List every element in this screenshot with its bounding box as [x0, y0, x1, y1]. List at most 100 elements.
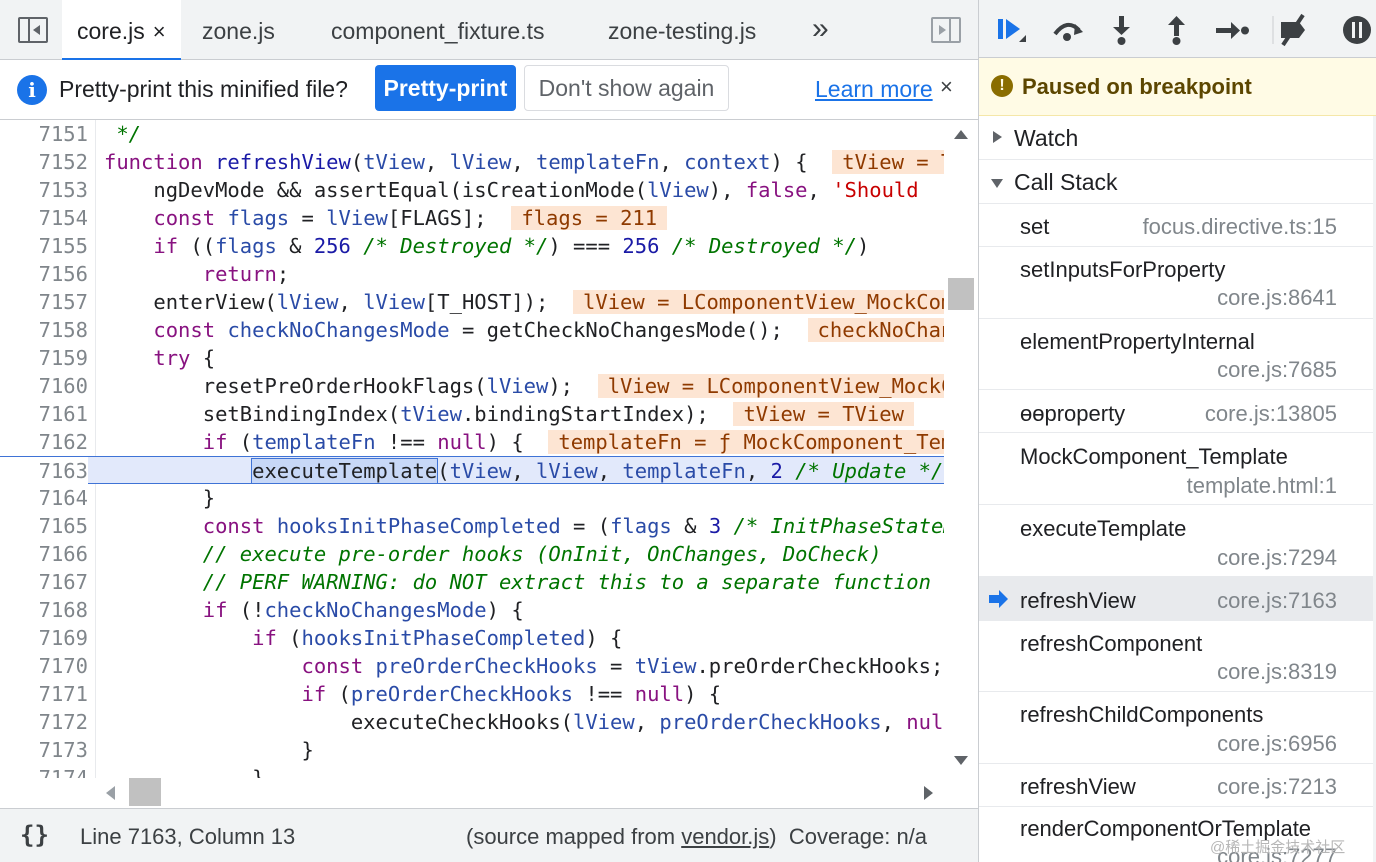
call-frame[interactable]: executeTemplate core.js:7294 [979, 505, 1373, 577]
frame-name: MockComponent_Template [1020, 444, 1288, 469]
code-line: 7153 ngDevMode && assertEqual(isCreation… [38, 178, 919, 202]
tab-label: zone.js [202, 18, 275, 44]
debugger-sidebar: ! Paused on breakpoint Watch Call Stack … [978, 0, 1376, 862]
scroll-left-arrow-icon[interactable] [106, 786, 115, 800]
frame-location[interactable]: core.js:8319 [1217, 659, 1337, 685]
source-map-info: (source mapped from vendor.js) Coverage:… [466, 824, 927, 850]
tab-core-js[interactable]: core.js × [62, 0, 181, 61]
sources-editor-pane: core.js × zone.js component_fixture.ts zo… [0, 0, 978, 862]
source-map-file-link[interactable]: vendor.js [681, 824, 769, 849]
call-frame[interactable]: set focus.directive.ts:15 [979, 204, 1373, 247]
expand-triangle-icon [993, 131, 1002, 143]
scrollbar-thumb[interactable] [948, 278, 974, 310]
code-line: 7152 function refreshView(tView, lView, t… [0, 148, 944, 176]
call-frame[interactable]: refreshView core.js:7213 [979, 764, 1373, 807]
frame-location[interactable]: core.js:7294 [1217, 545, 1337, 571]
current-execution-line: 7163 executeTemplate(tView, lView, templ… [0, 456, 944, 485]
code-editor[interactable]: 7151 */ 7152 function refreshView(tView, … [0, 120, 944, 778]
editor-status-bar: {} Line 7163, Column 13 (source mapped f… [0, 808, 978, 862]
pause-info-icon: ! [991, 75, 1013, 97]
code-line: 7156 return; [38, 262, 290, 286]
frame-location[interactable]: core.js:8641 [1217, 285, 1337, 311]
source-map-prefix: (source mapped from [466, 824, 682, 849]
scroll-up-arrow-icon[interactable] [954, 130, 968, 139]
more-tabs-icon[interactable]: » [812, 12, 829, 46]
watermark: @稀土掘金技术社区 [1210, 839, 1346, 856]
scrollbar-thumb[interactable] [129, 778, 161, 806]
code-line: 7158 const checkNoChangesMode = getCheck… [0, 316, 944, 344]
toggle-navigator-icon[interactable] [18, 17, 48, 43]
code-vertical-scrollbar[interactable] [944, 120, 978, 778]
tab-zone-js[interactable]: zone.js [202, 0, 275, 60]
frame-name: refreshChildComponents [1020, 702, 1264, 727]
watch-label: Watch [1014, 125, 1079, 151]
code-line: 7172 executeCheckHooks(lView, preOrderCh… [38, 710, 944, 734]
code-line: 7154 const flags = lView[FLAGS]; flags =… [0, 204, 944, 232]
call-frame[interactable]: refreshChildComponents core.js:6956 [979, 692, 1373, 764]
watch-section-header[interactable]: Watch [979, 116, 1376, 160]
step-out-icon[interactable] [1158, 12, 1198, 48]
code-line: 7170 const preOrderCheckHooks = tView.pr… [38, 654, 944, 678]
frame-name: executeTemplate [1020, 516, 1187, 541]
call-frame[interactable]: setInputsForProperty core.js:8641 [979, 247, 1373, 319]
call-frame-selected[interactable]: refreshView core.js:7163 [979, 577, 1373, 621]
code-line: 7164 } [38, 486, 216, 510]
code-line: 7167 // PERF WARNING: do NOT extract thi… [38, 570, 931, 594]
tab-zone-testing-js[interactable]: zone-testing.js [608, 0, 756, 60]
debugger-toolbar [979, 0, 1376, 58]
frame-location[interactable]: core.js:7213 [1217, 774, 1337, 800]
tab-component-fixture-ts[interactable]: component_fixture.ts [331, 0, 545, 60]
frame-name: refreshView [1020, 774, 1136, 799]
resume-icon[interactable] [993, 12, 1033, 48]
scroll-down-arrow-icon[interactable] [954, 756, 968, 765]
code-line: 7161 setBindingIndex(tView.bindingStartI… [0, 400, 944, 428]
frame-location[interactable]: template.html:1 [1187, 473, 1337, 499]
call-frame[interactable]: ɵɵproperty core.js:13805 [979, 390, 1373, 433]
tab-label: core.js [77, 18, 145, 44]
frame-name: elementPropertyInternal [1020, 329, 1255, 354]
toggle-debugger-icon[interactable] [931, 17, 961, 43]
step-over-icon[interactable] [1049, 12, 1089, 48]
call-frame[interactable]: elementPropertyInternal core.js:7685 [979, 319, 1373, 390]
info-icon: i [17, 75, 47, 105]
call-stack-section-header[interactable]: Call Stack [979, 160, 1376, 204]
dont-show-again-button[interactable]: Don't show again [524, 65, 729, 111]
scroll-right-arrow-icon[interactable] [924, 786, 933, 800]
tab-close-icon[interactable]: × [153, 19, 166, 44]
call-frame[interactable]: MockComponent_Template template.html:1 [979, 433, 1373, 505]
step-icon[interactable] [1212, 12, 1252, 48]
infobar-message: Pretty-print this minified file? [59, 76, 348, 102]
frame-location[interactable]: core.js:13805 [1205, 401, 1337, 427]
frame-location[interactable]: core.js:7163 [1217, 588, 1337, 614]
current-line-number: 7163 [0, 457, 88, 485]
code-horizontal-scrollbar[interactable] [96, 778, 944, 808]
deactivate-breakpoints-icon[interactable] [1271, 12, 1311, 48]
frame-name: ɵɵproperty [1020, 401, 1126, 426]
pause-on-exceptions-icon[interactable] [1341, 12, 1373, 48]
call-frame[interactable]: refreshComponent core.js:8319 [979, 621, 1373, 692]
code-line: 7155 if ((flags & 256 /* Destroyed */) =… [38, 234, 870, 258]
frame-location[interactable]: focus.directive.ts:15 [1143, 214, 1337, 240]
code-line: 7173 } [38, 738, 314, 762]
editor-tab-bar: core.js × zone.js component_fixture.ts zo… [0, 0, 978, 61]
frame-location[interactable]: core.js:7685 [1217, 357, 1337, 383]
call-stack-label: Call Stack [1014, 169, 1118, 195]
coverage-status: Coverage: n/a [788, 824, 928, 849]
code-line: 7151 */ [38, 122, 142, 146]
paused-banner: ! Paused on breakpoint [979, 58, 1376, 116]
source-map-suffix: ) [769, 824, 777, 849]
frame-name: set [1020, 214, 1050, 239]
code-line: 7159 try { [38, 346, 216, 370]
frame-location[interactable]: core.js:6956 [1217, 731, 1337, 757]
frame-name: refreshView [1020, 588, 1136, 613]
code-line: 7168 if (!checkNoChangesMode) { [38, 598, 524, 622]
code-line: 7169 if (hooksInitPhaseCompleted) { [38, 626, 623, 650]
code-line: 7171 if (preOrderCheckHooks !== null) { [38, 682, 722, 706]
pretty-print-button[interactable]: Pretty-print [375, 65, 516, 111]
code-line: 7166 // execute pre-order hooks (OnInit,… [38, 542, 882, 566]
step-into-icon[interactable] [1103, 12, 1143, 48]
pretty-print-braces-icon[interactable]: {} [20, 821, 49, 849]
learn-more-link[interactable]: Learn more [815, 76, 933, 103]
cursor-position: Line 7163, Column 13 [80, 824, 296, 849]
close-icon[interactable]: × [940, 74, 953, 100]
